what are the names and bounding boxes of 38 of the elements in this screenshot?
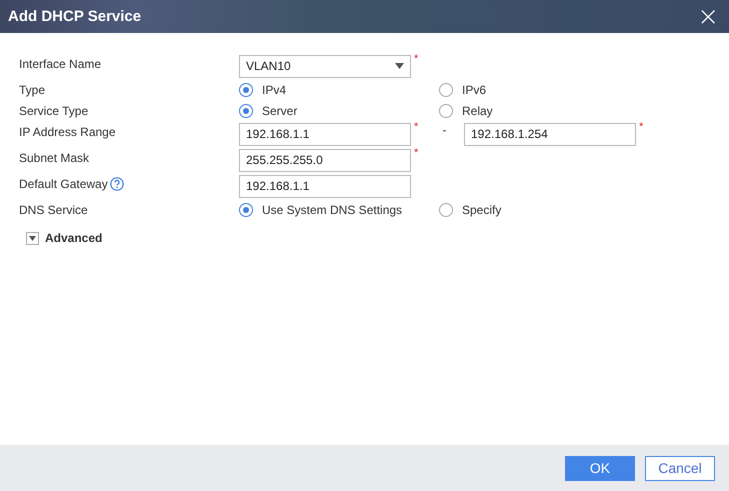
radio-label: Relay xyxy=(462,104,493,118)
field-label: Subnet Mask xyxy=(19,151,90,165)
field-label: IP Address Range xyxy=(19,125,116,139)
radio-button[interactable] xyxy=(239,202,253,216)
ok-button[interactable]: OK xyxy=(565,456,635,480)
radio-button[interactable] xyxy=(239,104,253,118)
radio-label: Server xyxy=(262,104,298,118)
cancel-button[interactable]: Cancel xyxy=(645,456,715,480)
window-title: Add DHCP Service xyxy=(8,8,142,25)
required-mark: * xyxy=(413,121,420,133)
required-mark: * xyxy=(413,147,420,159)
radio-label: IPv6 xyxy=(462,82,486,96)
caret-icon xyxy=(395,63,404,69)
help-icon[interactable] xyxy=(110,177,124,191)
radio-label: IPv4 xyxy=(262,82,286,96)
radio-button[interactable] xyxy=(439,82,453,96)
radio-button[interactable] xyxy=(439,104,453,118)
caret-icon xyxy=(29,236,36,240)
radio-label: Specify xyxy=(462,202,502,216)
close-button[interactable]: × xyxy=(695,6,721,28)
radio-label: Use System DNS Settings xyxy=(262,202,402,216)
input-field[interactable]: 192.168.1.254 xyxy=(464,122,636,146)
interface-dropdown[interactable]: VLAN10 xyxy=(239,54,411,78)
required-mark: * xyxy=(638,121,644,133)
radio-button[interactable] xyxy=(439,202,453,216)
radio-button[interactable] xyxy=(239,82,253,96)
input-field[interactable]: 192.168.1.1 xyxy=(239,122,411,146)
field-label: Default Gateway xyxy=(19,177,108,191)
field-label: Service Type xyxy=(19,104,88,118)
expand-toggle[interactable] xyxy=(26,232,39,244)
required-mark: * xyxy=(413,53,420,65)
field-label: Type xyxy=(19,82,46,96)
input-field[interactable]: 255.255.255.0 xyxy=(239,148,411,172)
range-separator: - xyxy=(442,122,448,137)
input-field[interactable]: 192.168.1.1 xyxy=(239,174,411,198)
field-label: DNS Service xyxy=(19,202,88,216)
field-label: Interface Name xyxy=(19,57,102,71)
section-label[interactable]: Advanced xyxy=(45,231,102,245)
